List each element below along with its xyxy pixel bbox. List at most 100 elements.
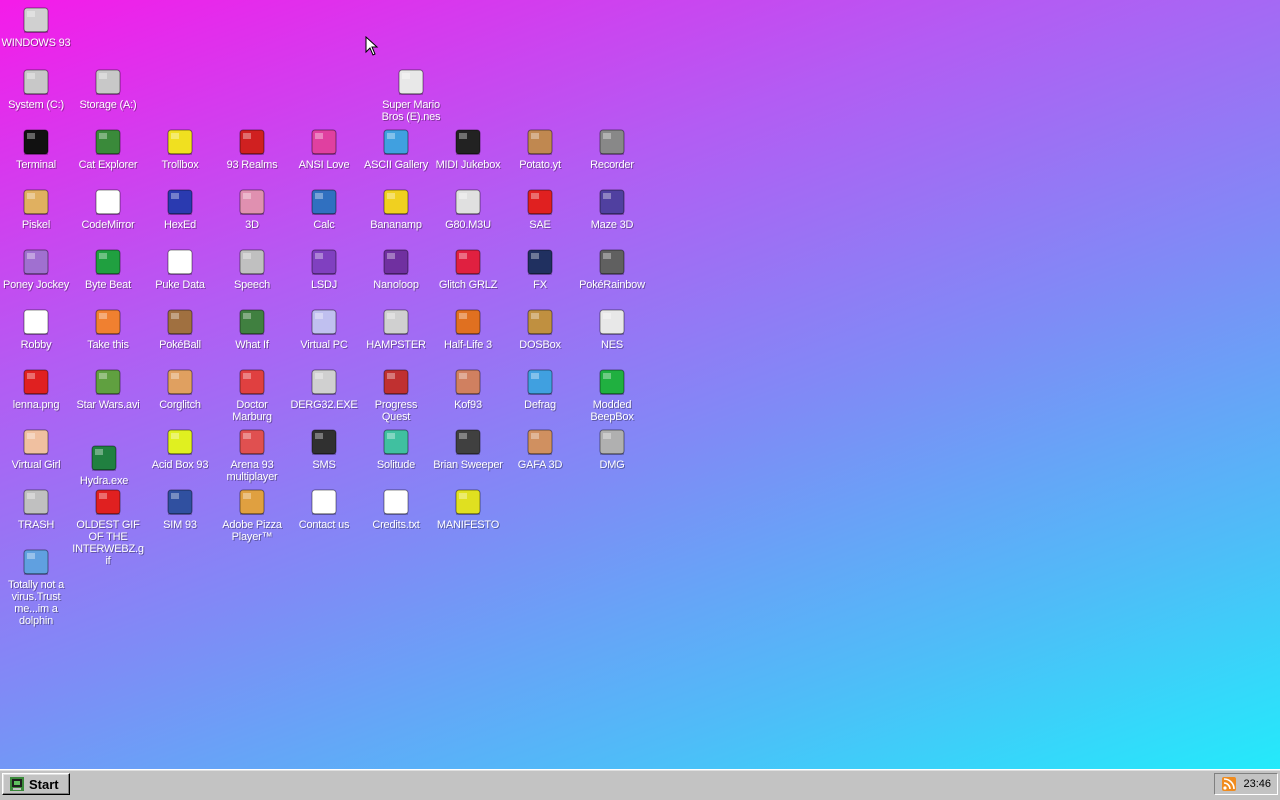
- desktop-icon[interactable]: Piskel: [0, 186, 72, 231]
- desktop-icon[interactable]: Kof93: [432, 366, 504, 411]
- desktop-icon[interactable]: Hydra.exe: [68, 442, 140, 487]
- desktop-icon[interactable]: HexEd: [144, 186, 216, 231]
- desktop-icon[interactable]: Trollbox: [144, 126, 216, 171]
- desktop-icon[interactable]: Brian Sweeper: [432, 426, 504, 471]
- desktop-icon[interactable]: Nanoloop: [360, 246, 432, 291]
- take-this-icon: [92, 306, 124, 338]
- desktop-icon[interactable]: NES: [576, 306, 648, 351]
- desktop-icon[interactable]: SAE: [504, 186, 576, 231]
- desktop-icon[interactable]: DERG32.EXE: [288, 366, 360, 411]
- desktop-icon[interactable]: G80.M3U: [432, 186, 504, 231]
- trollbox-icon: [164, 126, 196, 158]
- desktop-icon[interactable]: Terminal: [0, 126, 72, 171]
- poke-bag-icon: [164, 306, 196, 338]
- desktop: WINDOWS 93 System (C:) Storage (A:) Super M…: [0, 0, 1280, 770]
- desktop-icon[interactable]: OLDEST GIF OF THE INTERWEBZ.gif: [72, 486, 144, 567]
- desktop-icon[interactable]: Recorder: [576, 126, 648, 171]
- robot-figure-icon: [20, 306, 52, 338]
- desktop-icon[interactable]: Doctor Marburg: [216, 366, 288, 423]
- desktop-icon-label: GAFA 3D: [517, 459, 563, 471]
- desktop-icon[interactable]: Maze 3D: [576, 186, 648, 231]
- desktop-icon[interactable]: Cat Explorer: [72, 126, 144, 171]
- desktop-icon-label: MIDI Jukebox: [435, 159, 501, 171]
- desktop-icon[interactable]: System (C:): [0, 66, 72, 111]
- desktop-icon[interactable]: MIDI Jukebox: [432, 126, 504, 171]
- desktop-icon[interactable]: Modded BeepBox: [576, 366, 648, 423]
- computer-icon: [20, 4, 52, 36]
- sms-console-icon: [308, 426, 340, 458]
- desktop-icon[interactable]: 3D: [216, 186, 288, 231]
- desktop-icon[interactable]: Poney Jockey: [0, 246, 72, 291]
- girl-face-icon: [20, 426, 52, 458]
- desktop-icon[interactable]: Super Mario Bros (E).nes: [375, 66, 447, 123]
- rss-icon[interactable]: [1222, 777, 1237, 791]
- desktop-icon-label: Byte Beat: [85, 279, 131, 291]
- nes-cartridge-icon: [395, 66, 427, 98]
- pokerainbow-icon: [596, 246, 628, 278]
- desktop-icon[interactable]: Progress Quest: [360, 366, 432, 423]
- desktop-icon-label: Speech: [233, 279, 271, 291]
- desktop-icon[interactable]: Glitch GRLZ: [432, 246, 504, 291]
- desktop-icon[interactable]: ANSI Love: [288, 126, 360, 171]
- desktop-icon-label: Cat Explorer: [78, 159, 138, 171]
- desktop-icon[interactable]: Take this: [72, 306, 144, 351]
- hydra-icon: [88, 442, 120, 474]
- desktop-icon[interactable]: Corglitch: [144, 366, 216, 411]
- desktop-icon[interactable]: FX: [504, 246, 576, 291]
- desktop-icon[interactable]: Virtual PC: [288, 306, 360, 351]
- desktop-icon[interactable]: Storage (A:): [72, 66, 144, 111]
- desktop-icon-label: Terminal: [16, 159, 56, 171]
- desktop-icon[interactable]: What If: [216, 306, 288, 351]
- desktop-icon-label: Calc: [313, 219, 335, 231]
- desktop-icon[interactable]: Solitude: [360, 426, 432, 471]
- desktop-icon[interactable]: Robby: [0, 306, 72, 351]
- desktop-icon[interactable]: Speech: [216, 246, 288, 291]
- desktop-icon[interactable]: GAFA 3D: [504, 426, 576, 471]
- desktop-icon[interactable]: Credits.txt: [360, 486, 432, 531]
- desktop-icon[interactable]: lenna.png: [0, 366, 72, 411]
- desktop-icon-label: Half-Life 3: [444, 339, 492, 351]
- start-button[interactable]: Start: [2, 773, 70, 795]
- desktop-icon-label: Adobe Pizza Player™: [222, 519, 282, 543]
- desktop-icon[interactable]: DOSBox: [504, 306, 576, 351]
- desktop-icon-label: G80.M3U: [445, 219, 491, 231]
- desktop-icon[interactable]: Half-Life 3: [432, 306, 504, 351]
- desktop-icon[interactable]: Calc: [288, 186, 360, 231]
- desktop-icon[interactable]: Totally not a virus.Trust me...im a dolp…: [0, 546, 72, 627]
- desktop-icon[interactable]: TRASH: [0, 486, 72, 531]
- desktop-icon[interactable]: HAMPSTER: [360, 306, 432, 351]
- desktop-icon[interactable]: CodeMirror: [72, 186, 144, 231]
- desktop-icon[interactable]: DMG: [576, 426, 648, 471]
- desktop-icon-label: Super Mario Bros (E).nes: [381, 99, 441, 123]
- desktop-icon-label: Puke Data: [155, 279, 205, 291]
- desktop-icon[interactable]: 93 Realms: [216, 126, 288, 171]
- desktop-icon[interactable]: Acid Box 93: [144, 426, 216, 471]
- hex-cube-icon: [164, 186, 196, 218]
- desktop-icon[interactable]: Adobe Pizza Player™: [216, 486, 288, 543]
- desktop-icon[interactable]: WINDOWS 93: [0, 4, 72, 49]
- desktop-icon[interactable]: PokéRainbow: [576, 246, 648, 291]
- desktop-icon[interactable]: Virtual Girl: [0, 426, 72, 471]
- clock: 23:46: [1243, 778, 1271, 790]
- banana-icon: [380, 186, 412, 218]
- desktop-icon[interactable]: Byte Beat: [72, 246, 144, 291]
- desktop-icon[interactable]: Bananamp: [360, 186, 432, 231]
- desktop-icon-label: WINDOWS 93: [1, 37, 71, 49]
- desktop-icon[interactable]: PokéBall: [144, 306, 216, 351]
- desktop-icon[interactable]: Potato.yt: [504, 126, 576, 171]
- desktop-icon[interactable]: MANIFESTO: [432, 486, 504, 531]
- desktop-icon-label: Virtual Girl: [11, 459, 61, 471]
- hard-drive-icon: [20, 66, 52, 98]
- desktop-icon[interactable]: SMS: [288, 426, 360, 471]
- desktop-icon[interactable]: Defrag: [504, 366, 576, 411]
- pd-icon: [164, 246, 196, 278]
- desktop-icon[interactable]: LSDJ: [288, 246, 360, 291]
- desktop-icon[interactable]: ASCII Gallery: [360, 126, 432, 171]
- desktop-icon-label: Piskel: [21, 219, 51, 231]
- desktop-icon[interactable]: SIM 93: [144, 486, 216, 531]
- desktop-icon[interactable]: Arena 93 multiplayer: [216, 426, 288, 483]
- desktop-icon[interactable]: Contact us: [288, 486, 360, 531]
- desktop-icon[interactable]: Star Wars.avi: [72, 366, 144, 411]
- desktop-icon[interactable]: Puke Data: [144, 246, 216, 291]
- desktop-icon-label: Defrag: [524, 399, 556, 411]
